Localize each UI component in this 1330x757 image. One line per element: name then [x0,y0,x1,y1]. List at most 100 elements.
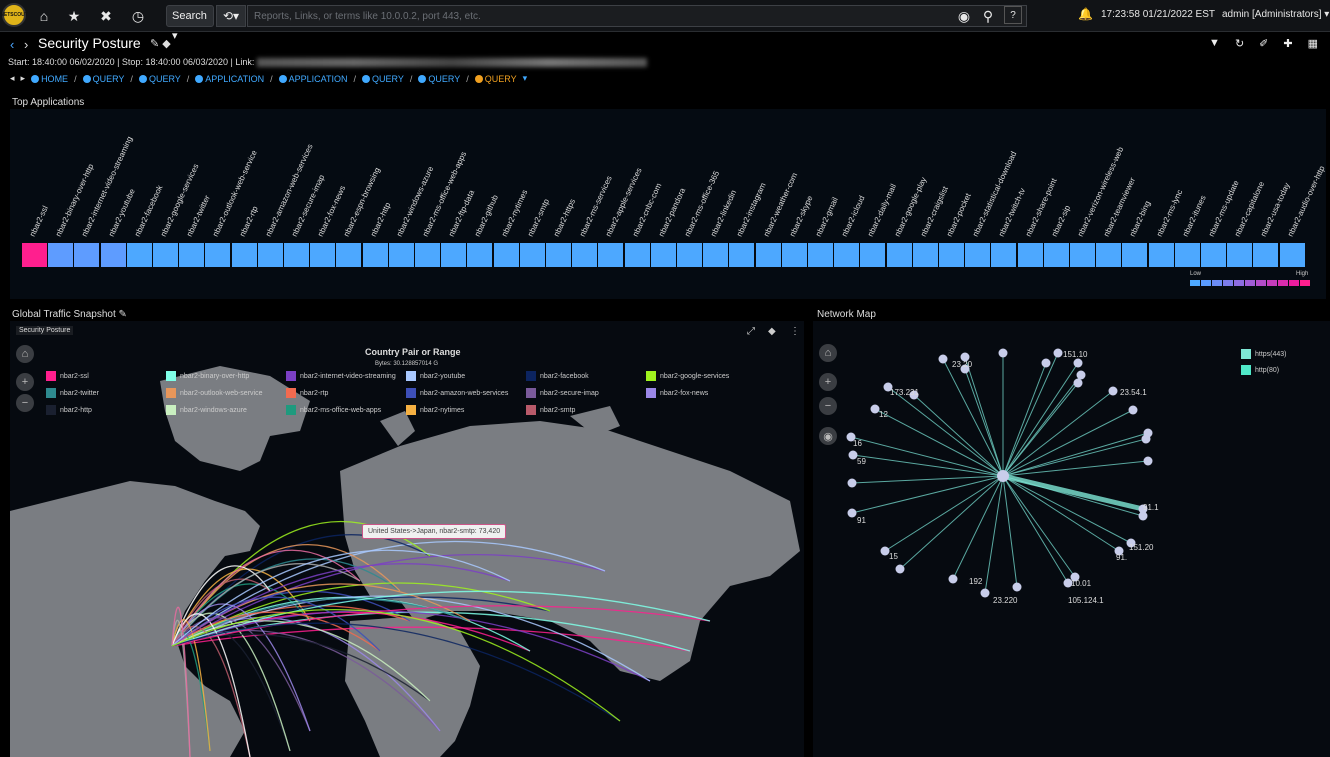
calendar-icon[interactable]: ▦ [1308,37,1318,50]
network-node[interactable] [1073,358,1083,368]
bell-icon[interactable]: 🔔 [1078,7,1093,21]
app-cell[interactable] [257,243,283,267]
network-edge[interactable] [1002,460,1149,477]
expand-icon[interactable]: ⤢ [747,326,755,337]
app-cell[interactable] [781,243,807,267]
network-node[interactable] [998,348,1008,358]
app-cell[interactable] [886,243,912,267]
home-icon[interactable]: ⌂ [34,6,54,26]
network-node[interactable] [980,588,990,598]
star-icon[interactable]: ★ [64,6,84,26]
app-cell[interactable] [1017,243,1043,267]
network-node[interactable] [1073,378,1083,388]
refresh-icon[interactable]: ↻ [1235,37,1244,50]
network-edge[interactable] [1002,374,1082,477]
network-node[interactable] [1108,386,1118,396]
network-node[interactable] [1143,428,1153,438]
app-cell[interactable] [310,243,336,267]
legend-item[interactable]: nbar2-windows-azure [166,405,247,415]
pin-icon[interactable]: ✐ [1259,37,1268,50]
network-node[interactable] [895,564,905,574]
app-cell[interactable] [860,243,886,267]
app-cell[interactable] [179,243,205,267]
app-cell[interactable] [1043,243,1069,267]
app-cell[interactable] [1174,243,1200,267]
legend-item[interactable]: nbar2-twitter [46,388,99,398]
filter-icon[interactable]: ▼ [1209,37,1220,50]
breadcrumb-item[interactable]: QUERY [474,74,517,84]
app-cell[interactable] [362,243,388,267]
legend-item[interactable]: nbar2-secure-imap [526,388,599,398]
app-cell[interactable] [572,243,598,267]
app-cell[interactable] [755,243,781,267]
back-icon[interactable]: ‹ [10,37,14,52]
app-cell[interactable] [1253,243,1279,267]
zoom-out-icon[interactable]: − [16,394,34,412]
breadcrumb-item[interactable]: QUERY [82,74,124,84]
legend-item[interactable]: nbar2-ssl [46,371,89,381]
app-cell[interactable] [153,243,178,267]
tag-icon[interactable]: ◆ [162,38,170,50]
app-cell[interactable] [808,243,833,267]
network-edge[interactable] [964,368,1004,477]
legend-item[interactable]: nbar2-rtp [286,388,328,398]
clock-icon[interactable]: ◷ [128,6,148,26]
menu-icon[interactable]: ⋮ [790,326,800,337]
network-edge[interactable] [850,436,1004,477]
legend-item[interactable]: nbar2-http [46,405,92,415]
legend-item[interactable]: nbar2-amazon-web-services [406,388,508,398]
app-cell[interactable] [703,243,729,267]
network-node[interactable] [1012,582,1022,592]
network-edge[interactable] [942,358,1004,477]
app-cell[interactable] [939,243,964,267]
tag-icon[interactable]: ◆ [768,326,776,337]
tools-icon[interactable]: ✖ [96,6,116,26]
app-cell[interactable] [624,243,650,267]
app-cell[interactable] [441,243,467,267]
network-node[interactable] [1128,405,1138,415]
app-cell[interactable] [1096,243,1122,267]
home-icon[interactable]: ⌂ [16,345,34,363]
legend-item[interactable]: nbar2-binary-over-http [166,371,249,381]
app-cell[interactable] [1122,243,1148,267]
app-cell[interactable] [48,243,74,267]
network-node[interactable] [1143,456,1153,466]
search-input[interactable] [247,5,1027,27]
legend-item[interactable]: http(80) [1241,365,1279,375]
network-node[interactable] [938,354,948,364]
user-menu[interactable]: admin [Administrators] ▾ [1222,9,1329,20]
app-cell[interactable] [546,243,571,267]
app-cell[interactable] [1279,243,1305,267]
app-cell[interactable] [415,243,440,267]
breadcrumb-item[interactable]: HOME [31,74,68,84]
legend-item[interactable]: nbar2-smtp [526,405,575,415]
app-cell[interactable] [74,243,100,267]
app-cell[interactable] [284,243,309,267]
search-icon[interactable]: ⚲ [978,6,998,26]
app-cell[interactable] [388,243,414,267]
target-icon[interactable]: ◉ [954,6,974,26]
app-cell[interactable] [519,243,545,267]
legend-item[interactable]: nbar2-nytimes [406,405,464,415]
app-cell[interactable] [834,243,860,267]
app-cell[interactable] [677,243,702,267]
network-node[interactable] [847,508,857,518]
network-node[interactable] [1076,370,1086,380]
edit-icon[interactable]: ✎ [119,309,127,320]
network-node[interactable] [1041,358,1051,368]
app-cell[interactable] [336,243,362,267]
app-cell[interactable] [231,243,257,267]
legend-item[interactable]: nbar2-internet-video-streaming [286,371,396,381]
network-edge[interactable] [899,475,1004,570]
app-cell[interactable] [729,243,755,267]
legend-item[interactable]: nbar2-ms-office-web-apps [286,405,381,415]
app-cell[interactable] [650,243,676,267]
app-cell[interactable] [467,243,493,267]
network-edge[interactable] [1002,475,1132,544]
legend-item[interactable]: nbar2-google-services [646,371,729,381]
forward-icon[interactable]: › [24,37,28,52]
breadcrumb-item[interactable]: APPLICATION [278,74,348,84]
network-edge[interactable] [874,408,1004,477]
app-cell[interactable] [598,243,624,267]
search-history-dropdown[interactable]: ⟲▾ [216,5,246,27]
